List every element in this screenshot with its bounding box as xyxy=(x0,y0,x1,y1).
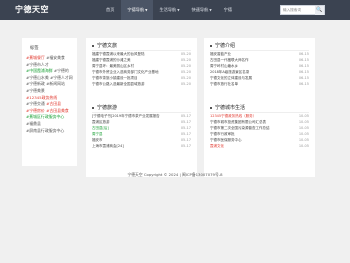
tag-link[interactable]: #古田县美食 xyxy=(46,108,69,113)
search-icon[interactable]: 🔍 xyxy=(315,6,324,15)
sidebar-title: 标签 xyxy=(30,46,39,51)
footer-copyright: 宁德天空 Copyright © 2024 | 闽ICP备13007079号-8 xyxy=(127,172,223,177)
panel-title: 宁德旅游 xyxy=(92,104,117,111)
panel-title: 宁德城市生活 xyxy=(210,104,245,111)
top-navbar: 宁德天空 首页 宁德导航▼ 生活导航▼ 快速导航▼ 宁德 输入搜索词 🔍 xyxy=(0,0,350,20)
tag-link[interactable]: #12345政务热线 xyxy=(26,95,57,100)
nav-item-ningde[interactable]: 宁德 xyxy=(218,0,239,20)
tag-link[interactable]: #蕉城区行政服务中心 xyxy=(26,114,64,119)
tag-link[interactable]: #新闻网站 xyxy=(46,81,65,86)
main-nav: 首页 宁德导航▼ 生活导航▼ 快速导航▼ 宁德 xyxy=(100,0,239,20)
chevron-down-icon: ▼ xyxy=(209,8,212,12)
article-row[interactable]: 霞浦文化 10-05 xyxy=(210,143,309,149)
article-row[interactable]: 宁德市公路入选最新全国县域旅游 05-20 xyxy=(92,81,191,87)
search-box: 输入搜索词 🔍 xyxy=(280,5,325,15)
article-list: 福建宁德霞浦以来最大的台风登陆 05-20 福建宁德霞浦的沙滩之美 05-20 周宁县环… xyxy=(92,51,191,88)
article-title[interactable]: 上海市霞浦商会[24] xyxy=(92,143,124,149)
chevron-down-icon: ▼ xyxy=(145,8,148,12)
article-title[interactable]: 宁德市公路入选最新全国县域旅游 xyxy=(92,81,145,87)
nav-item-life-guide[interactable]: 生活导航▼ xyxy=(153,0,185,20)
panel-tourism: 宁德旅游 [宁德电子书]2019年宁德市茶产业发展报告 05-17 霞浦区旅游 05-… xyxy=(86,100,197,177)
tag-link[interactable]: #中国霞浦海鲜 xyxy=(26,68,53,73)
article-title[interactable]: 霞浦文化 xyxy=(210,143,224,149)
square-bullet-icon xyxy=(210,106,212,109)
square-bullet-icon xyxy=(92,106,94,109)
tag-link[interactable]: #宁德人才网 xyxy=(50,75,73,80)
tag-link[interactable]: #福鼎县 xyxy=(26,121,41,126)
tag-sidebar: 标签 #蕉城餐厅 #福安美食 #宁德市人才 #中国霞浦海鲜 #宁德的 #宁德山水… xyxy=(22,38,77,166)
article-date: 05-17 xyxy=(180,144,191,149)
chevron-down-icon: ▼ xyxy=(177,8,180,12)
article-list: 12345宁德政务热线（服务） 10-05 宁德市城市投资集团有限公司汇总表 10-0… xyxy=(210,113,309,150)
panel-title: 宁德文旅 xyxy=(92,42,117,49)
search-input[interactable]: 输入搜索词 xyxy=(283,6,301,15)
article-date: 10-05 xyxy=(298,144,309,149)
article-list: 福安香菇产业 06-15 古田县一代楹联大师名作 06-15 周宁岭村山塘水乡 06-15… xyxy=(210,51,309,88)
site-logo[interactable]: 宁德天空 xyxy=(15,4,49,15)
square-bullet-icon xyxy=(92,44,94,47)
article-date: 05-20 xyxy=(180,82,191,87)
tag-link[interactable]: #宁德的 xyxy=(54,68,69,73)
panel-city-life: 宁德城市生活 12345宁德政务热线（服务） 10-05 宁德市城市投资集团有限公司… xyxy=(204,100,315,177)
tag-link[interactable]: #福安美食 xyxy=(46,55,65,60)
tag-link[interactable]: #宁德新政 xyxy=(26,81,45,86)
article-row[interactable]: 上海市霞浦商会[24] 05-17 xyxy=(92,143,191,149)
tag-link[interactable]: #宁德交通 xyxy=(26,101,45,106)
nav-item-quick-guide[interactable]: 快速导航▼ xyxy=(186,0,218,20)
article-date: 06-15 xyxy=(298,82,309,87)
article-row[interactable]: 宁德市旅行社名单 06-15 xyxy=(210,81,309,87)
article-list: [宁德电子书]2019年宁德市茶产业发展报告 05-17 霞浦区旅游 05-17 古田县… xyxy=(92,113,191,150)
tag-link[interactable]: #宁德房价 xyxy=(26,108,45,113)
tag-link[interactable]: #宁德市人才 xyxy=(26,62,49,67)
tag-link[interactable]: #屏南县行政服务中心 xyxy=(26,128,64,133)
nav-item-home[interactable]: 首页 xyxy=(100,0,121,20)
tag-cloud: #蕉城餐厅 #福安美食 #宁德市人才 #中国霞浦海鲜 #宁德的 #宁德山水美 #… xyxy=(26,55,73,134)
tag-link[interactable]: #宁德美景 xyxy=(26,88,45,93)
nav-item-ningde-guide[interactable]: 宁德导航▼ xyxy=(121,0,154,20)
panel-title: 宁德介绍 xyxy=(210,42,235,49)
square-bullet-icon xyxy=(210,44,212,47)
tag-link[interactable]: #宁德山水美 xyxy=(26,75,49,80)
tag-link[interactable]: #古田县 xyxy=(46,101,61,106)
tag-link[interactable]: #蕉城餐厅 xyxy=(26,55,45,60)
article-title[interactable]: 宁德市旅行社名单 xyxy=(210,81,238,87)
